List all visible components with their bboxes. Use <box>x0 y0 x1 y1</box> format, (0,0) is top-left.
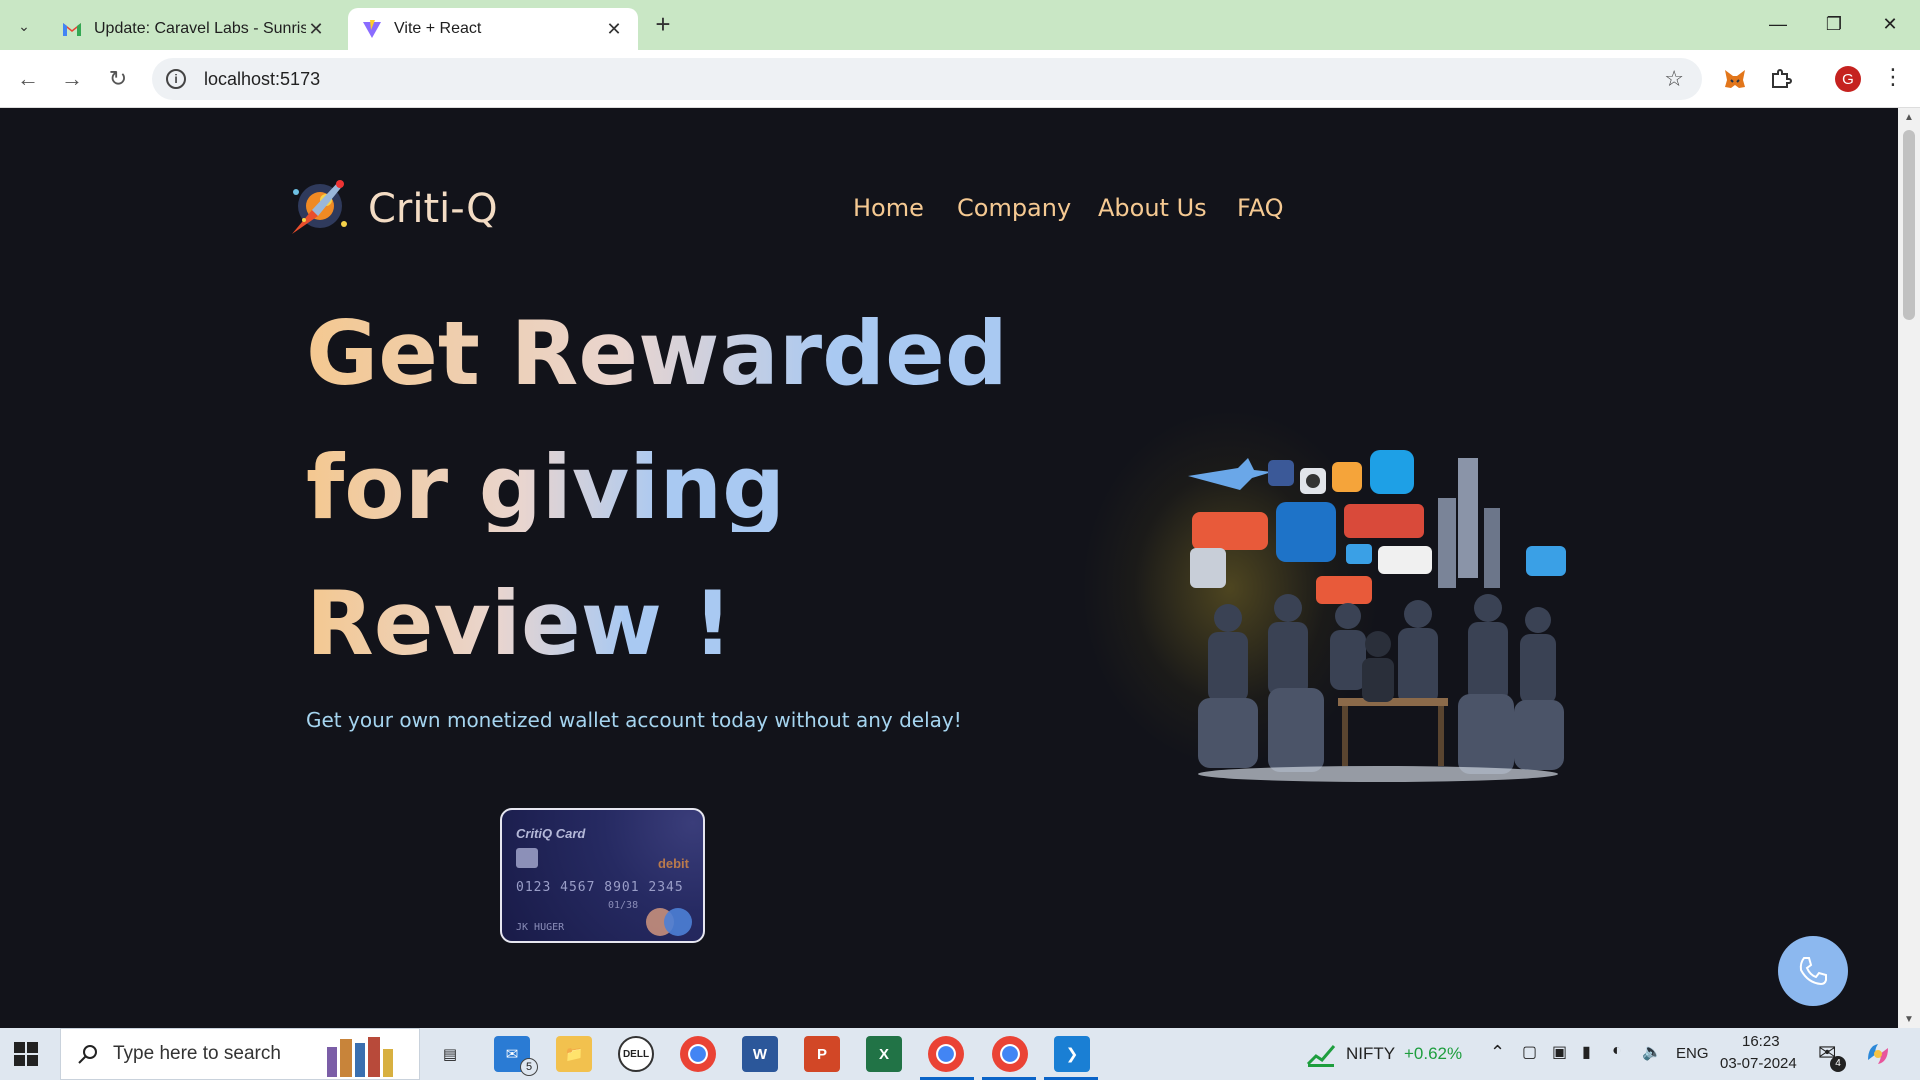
close-tab-icon[interactable]: ✕ <box>306 19 326 40</box>
scroll-up-icon[interactable]: ▲ <box>1903 112 1915 123</box>
web-page: Criti-Q Home Company About Us FAQ Get Re… <box>0 108 1898 1028</box>
word-icon[interactable]: W <box>742 1036 778 1072</box>
meet-now-icon[interactable]: ▢ <box>1522 1042 1537 1062</box>
criti-q-logo[interactable] <box>282 170 356 244</box>
copilot-icon[interactable] <box>1864 1040 1892 1073</box>
tab-title: Vite + React <box>394 20 482 37</box>
browser-toolbar: ← → ↻ i localhost:5173 ☆ G ⋮ <box>0 50 1920 108</box>
arrow-right-icon: → <box>61 66 83 91</box>
hero-heading-line-3: Review ! <box>306 572 733 675</box>
url-text[interactable]: localhost:5173 <box>204 69 320 90</box>
minimize-button[interactable]: — <box>1750 0 1806 48</box>
vite-icon <box>362 19 382 39</box>
chrome-profile-b-icon[interactable] <box>928 1036 964 1072</box>
battery-icon[interactable]: ▮ <box>1582 1042 1591 1062</box>
nav-home[interactable]: Home <box>853 194 924 222</box>
task-view-icon[interactable]: ▤ <box>432 1036 468 1072</box>
card-holder: JK HUGER <box>516 922 565 933</box>
vscode-icon[interactable]: ❯ <box>1054 1036 1090 1072</box>
excel-icon[interactable]: X <box>866 1036 902 1072</box>
wifi-icon[interactable]: ◐ <box>1612 1042 1622 1060</box>
bookmark-star-icon[interactable]: ☆ <box>1664 66 1684 92</box>
brand-name[interactable]: Criti-Q <box>368 186 498 232</box>
search-icon <box>78 1045 97 1064</box>
hero-subtitle: Get your own monetized wallet account to… <box>306 708 962 732</box>
clock-time[interactable]: 16:23 <box>1742 1033 1780 1050</box>
nav-about-us[interactable]: About Us <box>1098 194 1207 222</box>
extensions-puzzle-icon[interactable] <box>1766 64 1796 94</box>
forward-button[interactable]: → <box>58 65 86 93</box>
chrome-icon[interactable] <box>680 1036 716 1072</box>
arrow-left-icon: ← <box>17 66 39 91</box>
card-number: 0123 4567 8901 2345 <box>516 880 684 895</box>
notification-count: 4 <box>1830 1056 1846 1072</box>
new-tab-button[interactable]: + <box>650 11 676 38</box>
powerpoint-icon[interactable]: P <box>804 1036 840 1072</box>
reload-button[interactable]: ↻ <box>104 65 132 93</box>
minimize-icon: — <box>1769 13 1787 34</box>
browser-tab-strip: ⌄ Update: Caravel Labs - Sunrise ✕ Vite … <box>0 0 1920 50</box>
tab-title: Update: Caravel Labs - Sunrise <box>94 20 306 37</box>
clock-date[interactable]: 03-07-2024 <box>1720 1055 1797 1072</box>
search-placeholder[interactable]: Type here to search <box>113 1043 281 1065</box>
chrome-profile-g-icon[interactable] <box>992 1036 1028 1072</box>
reload-icon: ↻ <box>108 66 128 91</box>
scroll-down-icon[interactable]: ▼ <box>1903 1014 1915 1025</box>
card-type: debit <box>657 856 689 871</box>
card-title: CritiQ Card <box>516 826 586 841</box>
site-info-icon[interactable]: i <box>166 69 186 89</box>
windows-start-icon[interactable] <box>14 1042 38 1066</box>
card-network-circle-icon <box>664 908 692 936</box>
scrollbar-thumb[interactable] <box>1903 130 1915 320</box>
chevron-down-icon: ⌄ <box>18 17 30 34</box>
hero-heading-line-1: Get Rewarded <box>306 302 1008 405</box>
gmail-icon <box>62 19 82 39</box>
close-icon: ✕ <box>1882 13 1898 34</box>
phone-icon <box>1799 957 1827 986</box>
close-window-button[interactable]: ✕ <box>1862 0 1918 48</box>
metamask-extension-icon[interactable] <box>1720 64 1750 94</box>
browser-menu-icon[interactable]: ⋮ <box>1882 64 1904 90</box>
market-change[interactable]: +0.62% <box>1404 1044 1462 1064</box>
hero-heading-line-2: for giving <box>306 436 786 539</box>
search-highlight-illustration-icon <box>327 1033 415 1077</box>
back-button[interactable]: ← <box>14 65 42 93</box>
tab-vite-react[interactable]: Vite + React ✕ <box>348 8 638 50</box>
market-chart-icon <box>1306 1042 1336 1073</box>
market-name[interactable]: NIFTY <box>1346 1044 1395 1064</box>
volume-icon[interactable]: 🔈 <box>1642 1042 1662 1062</box>
restore-icon: ❐ <box>1825 13 1843 34</box>
address-bar[interactable]: i localhost:5173 ☆ <box>152 58 1702 100</box>
criti-q-debit-card: CritiQ Card debit 0123 4567 8901 2345 01… <box>500 808 705 943</box>
profile-avatar[interactable]: G <box>1835 66 1861 92</box>
nav-company[interactable]: Company <box>957 194 1071 222</box>
language-indicator[interactable]: ENG <box>1676 1045 1709 1062</box>
restore-button[interactable]: ❐ <box>1806 0 1862 48</box>
page-scrollbar[interactable]: ▲ ▼ <box>1898 108 1920 1028</box>
taskbar-search-box[interactable]: Type here to search <box>60 1028 420 1080</box>
display-icon[interactable]: ▣ <box>1552 1042 1567 1062</box>
call-button[interactable] <box>1778 936 1848 1006</box>
close-tab-icon[interactable]: ✕ <box>604 19 624 40</box>
media-review-illustration <box>1188 438 1568 782</box>
mail-badge: 5 <box>520 1058 538 1076</box>
windows-taskbar: Type here to search ▤ ✉ 5 📁 DELL W P X ❯… <box>0 1028 1920 1080</box>
show-hidden-icons-icon[interactable]: ⌃ <box>1490 1042 1505 1063</box>
card-chip-icon <box>516 848 538 868</box>
file-explorer-icon[interactable]: 📁 <box>556 1036 592 1072</box>
card-valid-thru: 01/38 <box>608 900 639 911</box>
tab-gmail[interactable]: Update: Caravel Labs - Sunrise ✕ <box>48 8 340 50</box>
nav-faq[interactable]: FAQ <box>1237 194 1284 222</box>
dell-icon[interactable]: DELL <box>618 1036 654 1072</box>
tab-search-button[interactable]: ⌄ <box>10 12 38 40</box>
